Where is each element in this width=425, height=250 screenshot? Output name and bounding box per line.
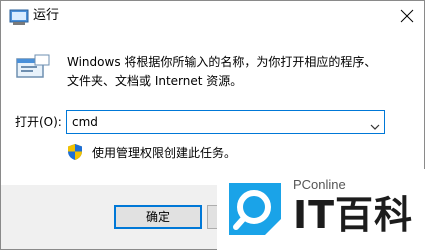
close-button[interactable] <box>390 1 424 31</box>
magnifier-logo-icon <box>223 177 287 241</box>
run-app-icon <box>9 8 29 26</box>
close-icon <box>400 9 414 23</box>
description-line-2: 文件夹、文档或 Internet 资源。 <box>67 74 243 88</box>
window-title: 运行 <box>33 8 60 23</box>
open-combobox[interactable]: cmd <box>66 110 385 134</box>
open-input[interactable]: cmd <box>72 114 98 130</box>
title-bar[interactable]: 运行 <box>1 1 424 31</box>
description-text: Windows 将根据你所输入的名称，为你打开相应的程序、 文件夹、文档或 In… <box>67 53 407 91</box>
ok-button[interactable]: 确定 <box>114 205 202 229</box>
open-label: 打开(O): <box>15 115 62 129</box>
watermark: PConline IT百科 <box>217 169 425 250</box>
admin-privilege-note: 使用管理权限创建此任务。 <box>92 146 237 160</box>
run-program-icon <box>15 53 51 83</box>
chevron-down-icon[interactable] <box>370 117 380 130</box>
watermark-brand-big: IT百科 <box>293 193 414 237</box>
description-line-1: Windows 将根据你所输入的名称，为你打开相应的程序、 <box>67 55 377 69</box>
shield-icon <box>67 143 83 161</box>
watermark-brand-small: PConline <box>293 177 346 192</box>
